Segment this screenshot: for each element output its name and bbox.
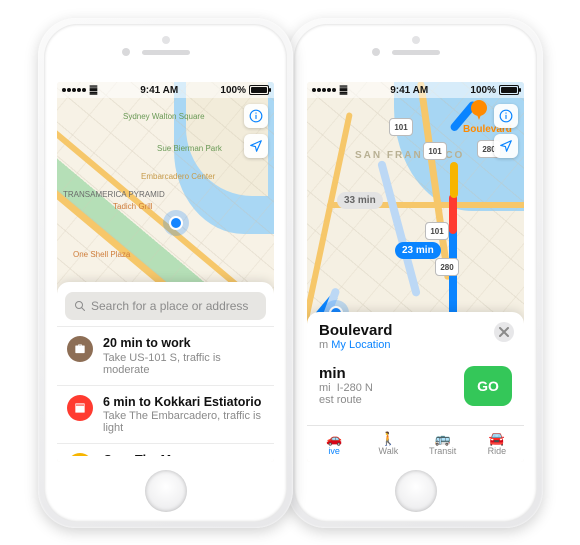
suggestions-list: 20 min to workTake US-101 S, traffic is … — [57, 326, 274, 456]
map-label: Sydney Walton Square — [123, 112, 205, 121]
destination-title: Boulevard — [319, 322, 512, 339]
status-bar: ䷀ 9:41 AM 100% — [57, 82, 274, 98]
map-label: One Shell Plaza — [73, 250, 130, 259]
map-label: Tadich Grill — [113, 202, 153, 211]
status-bar: ䷀ 9:41 AM 100% — [307, 82, 524, 98]
search-placeholder: Search for a place or address — [91, 299, 248, 313]
map-label: TRANSAMERICA PYRAMID — [63, 190, 165, 199]
tab-walk[interactable]: 🚶Walk — [361, 426, 415, 462]
locate-me-button[interactable] — [244, 134, 268, 158]
info-button[interactable] — [494, 104, 518, 128]
locate-me-button[interactable] — [494, 134, 518, 158]
battery-percentage: 100% — [470, 85, 496, 96]
calendar-icon — [67, 395, 93, 421]
route-estimate: min mi I-280 N est route — [319, 365, 373, 406]
suggestion-row-work[interactable]: 20 min to workTake US-101 S, traffic is … — [57, 326, 274, 385]
tab-transit[interactable]: 🚌Transit — [416, 426, 470, 462]
signal-strength-icon — [312, 88, 336, 92]
device-left: Sydney Walton Square Sue Bierman Park TR… — [38, 18, 293, 528]
screen-right: SAN FRANCISCO 101 101 280 101 280 — [307, 82, 524, 462]
home-button[interactable] — [395, 470, 437, 512]
tab-ride[interactable]: 🚘Ride — [470, 426, 524, 462]
map-label: Sue Bierman Park — [157, 144, 222, 153]
search-input[interactable]: Search for a place or address — [65, 292, 266, 320]
location-arrow-icon — [499, 139, 513, 153]
suggestion-row-favorite[interactable]: Over The Moon — [57, 443, 274, 456]
battery-icon — [249, 85, 269, 95]
destination-pin[interactable] — [471, 100, 487, 122]
info-icon — [499, 109, 513, 123]
walk-icon: 🚶 — [380, 432, 396, 445]
transit-icon: 🚌 — [435, 432, 451, 445]
eta-primary-badge: 23 min — [395, 242, 441, 259]
signal-strength-icon — [62, 88, 86, 92]
eta-alt-badge: 33 min — [337, 192, 383, 209]
route-shield: 101 — [423, 142, 447, 160]
status-time: 9:41 AM — [390, 85, 428, 96]
close-button[interactable] — [494, 322, 514, 342]
route-shield: 280 — [435, 258, 459, 276]
search-sheet[interactable]: Search for a place or address 20 min to … — [57, 282, 274, 462]
device-right: SAN FRANCISCO 101 101 280 101 280 — [288, 18, 543, 528]
map-label: Embarcadero Center — [141, 172, 215, 181]
star-icon — [67, 453, 93, 456]
home-button[interactable] — [145, 470, 187, 512]
battery-icon — [499, 85, 519, 95]
tab-drive[interactable]: 🚗ive — [307, 426, 361, 462]
close-icon — [499, 327, 509, 337]
route-shield: 101 — [425, 222, 449, 240]
from-location-link[interactable]: My Location — [331, 339, 390, 351]
route-sheet[interactable]: Boulevard m My Location min mi I-280 N e… — [307, 312, 524, 462]
screen-left: Sydney Walton Square Sue Bierman Park TR… — [57, 82, 274, 462]
go-button[interactable]: GO — [464, 366, 512, 406]
info-icon — [249, 109, 263, 123]
battery-percentage: 100% — [220, 85, 246, 96]
status-time: 9:41 AM — [140, 85, 178, 96]
car-icon: 🚗 — [326, 432, 342, 445]
ride-icon: 🚘 — [489, 432, 505, 445]
suggestion-row-calendar[interactable]: 6 min to Kokkari EstiatorioTake The Emba… — [57, 385, 274, 444]
location-arrow-icon — [249, 139, 263, 153]
route-shield: 101 — [389, 118, 413, 136]
search-icon — [74, 300, 86, 312]
from-line: m My Location — [319, 339, 512, 351]
city-label: SAN FRANCISCO — [355, 150, 464, 161]
briefcase-icon — [67, 336, 93, 362]
current-location-dot — [169, 216, 183, 230]
info-button[interactable] — [244, 104, 268, 128]
transport-tabs: 🚗ive 🚶Walk 🚌Transit 🚘Ride — [307, 425, 524, 462]
